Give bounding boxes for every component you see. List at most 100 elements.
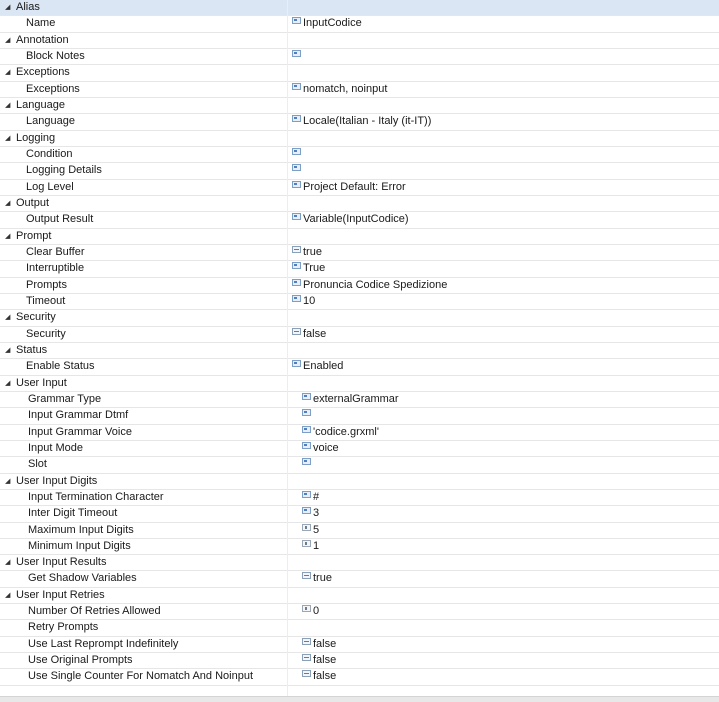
property-row[interactable]: Prompts Pronuncia Codice Spedizione (0, 278, 719, 294)
property-row[interactable]: Input Termination Character # (0, 490, 719, 507)
collapse-arrow-icon[interactable]: ◢ (5, 65, 13, 80)
property-row[interactable]: Grammar Type externalGrammar (0, 392, 719, 409)
category-row[interactable]: ◢ Logging (0, 131, 719, 147)
property-value[interactable] (292, 49, 303, 64)
property-value[interactable]: InputCodice (292, 16, 362, 31)
property-row[interactable]: Timeout 10 (0, 294, 719, 311)
category-row[interactable]: ◢ Alias (0, 0, 719, 17)
property-value[interactable]: 10 (292, 294, 315, 309)
property-value[interactable]: false (302, 653, 336, 668)
property-row[interactable]: Interruptible True (0, 261, 719, 278)
property-value[interactable] (292, 147, 303, 162)
property-row[interactable]: Retry Prompts (0, 620, 719, 637)
category-row[interactable]: ◢ Language (0, 98, 719, 115)
property-row[interactable]: Input Grammar Voice 'codice.grxml' (0, 425, 719, 441)
collapse-arrow-icon[interactable]: ◢ (5, 0, 13, 15)
text-value-icon (302, 507, 311, 515)
property-value[interactable]: Variable(InputCodice) (292, 212, 409, 227)
collapse-arrow-icon[interactable]: ◢ (5, 474, 13, 489)
collapse-arrow-icon[interactable]: ◢ (5, 98, 13, 113)
property-row[interactable]: Output Result Variable(InputCodice) (0, 212, 719, 229)
property-value[interactable]: false (302, 669, 336, 684)
property-row[interactable]: Minimum Input Digits 1 (0, 539, 719, 556)
text-value-icon (292, 213, 301, 221)
text-value-icon (292, 164, 301, 172)
category-label: User Input Digits (16, 474, 98, 487)
category-row[interactable]: ◢ Annotation (0, 33, 719, 49)
property-value[interactable]: Enabled (292, 359, 343, 374)
property-value[interactable]: false (302, 637, 336, 652)
property-value[interactable]: voice (302, 441, 339, 456)
property-row[interactable]: Get Shadow Variables true (0, 571, 719, 588)
property-row[interactable]: Block Notes (0, 49, 719, 66)
property-row[interactable]: Exceptions nomatch, noinput (0, 82, 719, 98)
category-row[interactable]: ◢ Status (0, 343, 719, 360)
property-row[interactable]: Input Mode voice (0, 441, 719, 458)
property-row[interactable]: Logging Details (0, 163, 719, 180)
property-row[interactable]: Input Grammar Dtmf (0, 408, 719, 425)
category-row[interactable]: ◢ Security (0, 310, 719, 327)
property-value[interactable] (292, 163, 303, 178)
property-value[interactable]: true (292, 245, 322, 260)
property-row[interactable]: Name InputCodice (0, 16, 719, 33)
property-value[interactable]: 5 (302, 523, 319, 538)
property-value-text: voice (313, 441, 339, 454)
property-row[interactable]: Use Single Counter For Nomatch And Noinp… (0, 669, 719, 686)
property-value[interactable] (302, 457, 313, 472)
property-value[interactable] (302, 408, 313, 423)
property-value-text: false (313, 637, 337, 650)
category-row[interactable]: ◢ User Input Results (0, 555, 719, 572)
property-value[interactable]: false (292, 327, 326, 342)
collapse-arrow-icon[interactable]: ◢ (5, 555, 13, 570)
category-row[interactable]: ◢ Prompt (0, 229, 719, 245)
text-value-icon (292, 180, 301, 188)
collapse-arrow-icon[interactable]: ◢ (5, 310, 13, 325)
property-row[interactable]: Condition (0, 147, 719, 164)
property-value[interactable]: 'codice.grxml' (302, 425, 379, 440)
collapse-arrow-icon[interactable]: ◢ (5, 376, 13, 391)
property-row[interactable]: Use Original Prompts false (0, 653, 719, 670)
property-name: Block Notes (26, 49, 85, 62)
collapse-arrow-icon[interactable]: ◢ (5, 588, 13, 603)
property-row[interactable]: Clear Buffer true (0, 245, 719, 262)
collapse-arrow-icon[interactable]: ◢ (5, 196, 13, 211)
property-value[interactable]: 3 (302, 506, 319, 521)
property-row[interactable]: Maximum Input Digits 5 (0, 523, 719, 539)
property-value[interactable]: Project Default: Error (292, 180, 406, 195)
collapse-arrow-icon[interactable]: ◢ (5, 131, 13, 146)
property-row[interactable]: Language Locale(Italian - Italy (it-IT)) (0, 114, 719, 131)
property-name: Grammar Type (28, 392, 102, 405)
category-row[interactable]: ◢ User Input Retries (0, 588, 719, 605)
property-row[interactable]: Security false (0, 327, 719, 343)
collapse-arrow-icon[interactable]: ◢ (5, 33, 13, 48)
property-row[interactable]: Use Last Reprompt Indefinitely false (0, 637, 719, 654)
property-value[interactable]: 1 (302, 539, 319, 554)
property-value[interactable]: nomatch, noinput (292, 82, 387, 97)
category-row[interactable]: ◢ Exceptions (0, 65, 719, 82)
property-value[interactable]: 0 (302, 604, 319, 619)
category-row[interactable]: ◢ User Input Digits (0, 474, 719, 490)
horizontal-scrollbar[interactable] (0, 696, 719, 702)
category-row[interactable]: ◢ Output (0, 196, 719, 213)
column-divider[interactable] (287, 0, 288, 702)
property-value[interactable]: Locale(Italian - Italy (it-IT)) (292, 114, 431, 129)
property-row[interactable]: Inter Digit Timeout 3 (0, 506, 719, 523)
text-value-icon (292, 360, 301, 368)
property-value-text: 1 (313, 539, 320, 552)
collapse-arrow-icon[interactable]: ◢ (5, 229, 13, 244)
property-row[interactable]: Enable Status Enabled (0, 359, 719, 376)
property-value[interactable]: Pronuncia Codice Spedizione (292, 278, 447, 293)
category-label: User Input Retries (16, 588, 105, 601)
property-name: Name (26, 17, 56, 30)
property-name: Input Mode (28, 441, 84, 454)
property-row[interactable]: Number Of Retries Allowed 0 (0, 604, 719, 621)
property-value[interactable]: # (302, 490, 319, 505)
property-value[interactable]: externalGrammar (302, 392, 399, 407)
collapse-arrow-icon[interactable]: ◢ (5, 343, 13, 358)
property-value[interactable]: true (302, 571, 332, 586)
property-value[interactable]: True (292, 261, 325, 276)
category-row[interactable]: ◢ User Input (0, 376, 719, 392)
property-row[interactable]: Slot (0, 457, 719, 474)
property-name: Log Level (26, 180, 74, 193)
property-row[interactable]: Log Level Project Default: Error (0, 180, 719, 196)
